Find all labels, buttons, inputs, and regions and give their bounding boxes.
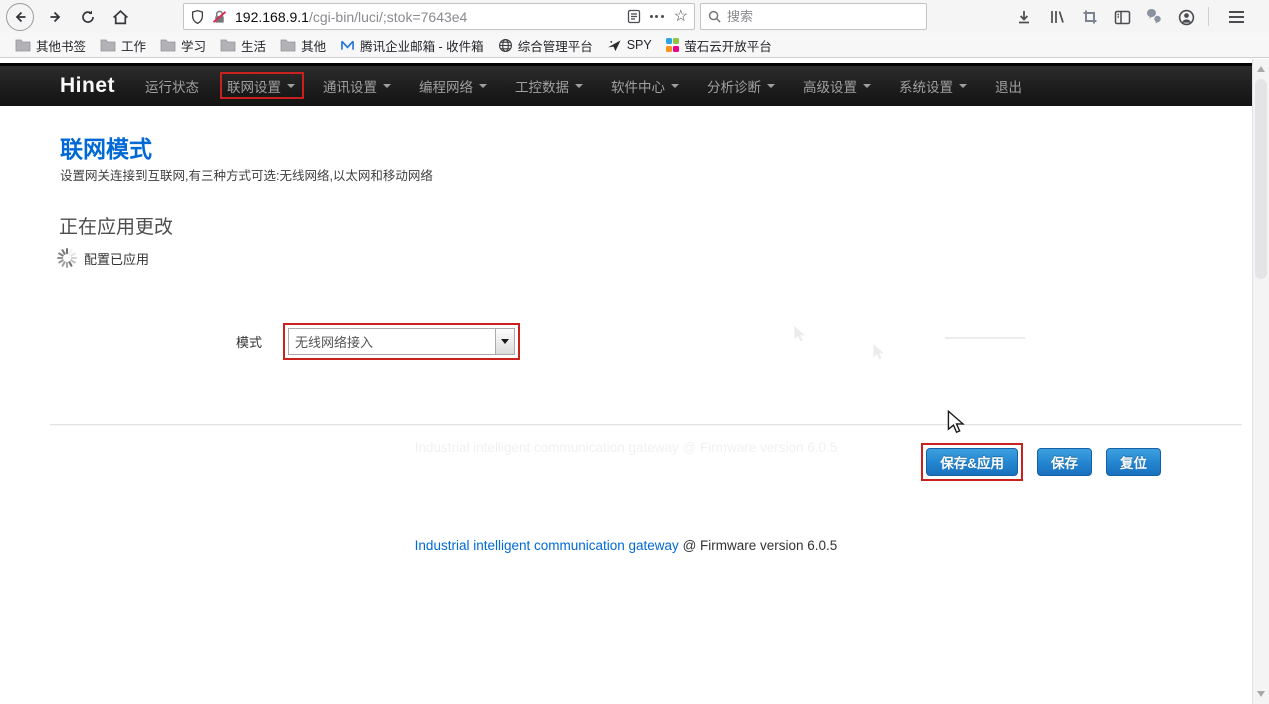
search-input[interactable] xyxy=(727,9,919,24)
search-icon xyxy=(708,10,721,23)
mode-label: 模式 xyxy=(236,332,262,351)
cursor-ghost xyxy=(793,325,807,343)
nav-item-diagnostics[interactable]: 分析诊断 xyxy=(693,66,789,106)
library-icon[interactable] xyxy=(1043,3,1071,31)
bookmark-folder[interactable]: 学习 xyxy=(153,36,213,55)
home-icon[interactable] xyxy=(106,3,134,31)
vertical-scrollbar[interactable] xyxy=(1252,59,1269,704)
chevron-down-icon xyxy=(767,84,775,88)
scrollbar-thumb[interactable] xyxy=(1255,79,1267,279)
dropdown-arrow-icon[interactable] xyxy=(495,329,514,354)
chevron-down-icon xyxy=(959,84,967,88)
chevron-down-icon xyxy=(863,84,871,88)
bookmark-mgmt-platform[interactable]: 综合管理平台 xyxy=(491,36,600,55)
spy-icon xyxy=(607,39,622,52)
chevron-down-icon xyxy=(575,84,583,88)
firmware-version-text: @ Firmware version 6.0.5 xyxy=(679,538,838,553)
toolbar-separator xyxy=(1208,7,1209,26)
ghost-artifact-line xyxy=(945,337,1025,339)
brand-logo: Hinet xyxy=(60,74,115,98)
form-footer-divider xyxy=(50,424,1242,425)
nav-item-advanced-settings[interactable]: 高级设置 xyxy=(789,66,885,106)
mode-select[interactable]: 无线网络接入 xyxy=(288,328,515,355)
annotation-red-box: 保存&应用 xyxy=(921,443,1023,481)
page-description: 设置网关连接到互联网,有三种方式可选:无线网络,以太网和移动网络 xyxy=(60,165,433,184)
menu-icon[interactable] xyxy=(1222,3,1250,31)
bookmarks-bar: 其他书签 工作 学习 生活 其他 腾讯企业邮箱 - 收件箱 综合管理平台 SPY… xyxy=(0,33,1269,58)
nav-item-software-center[interactable]: 软件中心 xyxy=(597,66,693,106)
applying-status-text: 配置已应用 xyxy=(84,249,149,268)
folder-icon xyxy=(160,38,176,52)
page-viewport: Hinet 运行状态 联网设置 通讯设置 编程网络 工控数据 软件中心 分析诊断… xyxy=(0,59,1252,704)
chevron-down-icon xyxy=(671,84,679,88)
nav-item-industrial-data[interactable]: 工控数据 xyxy=(501,66,597,106)
ezviz-icon xyxy=(666,38,680,52)
url-text: 192.168.9.1/cgi-bin/luci/;stok=7643e4 xyxy=(235,9,618,25)
save-button[interactable]: 保存 xyxy=(1037,448,1092,476)
applying-status-row: 配置已应用 xyxy=(56,247,149,269)
page-title: 联网模式 xyxy=(60,130,152,164)
nav-item-system-settings[interactable]: 系统设置 xyxy=(885,66,981,106)
folder-icon xyxy=(280,38,296,52)
tencent-mail-icon xyxy=(340,39,355,52)
forward-icon[interactable] xyxy=(42,3,70,31)
mode-select-value: 无线网络接入 xyxy=(289,332,495,351)
bookmark-spy[interactable]: SPY xyxy=(600,38,659,52)
browser-toolbar: 192.168.9.1/cgi-bin/luci/;stok=7643e4 ☆ xyxy=(0,0,1269,33)
screenshot-icon[interactable] xyxy=(1076,3,1104,31)
search-bar[interactable] xyxy=(700,3,927,30)
scroll-down-icon[interactable] xyxy=(1257,691,1265,697)
nav-item-network-settings[interactable]: 联网设置 xyxy=(213,66,309,106)
insecure-lock-icon[interactable] xyxy=(212,9,227,25)
nav-item-programming-network[interactable]: 编程网络 xyxy=(405,66,501,106)
mouse-cursor xyxy=(947,410,965,434)
bookmark-folder[interactable]: 生活 xyxy=(213,36,273,55)
scroll-up-icon[interactable] xyxy=(1257,66,1265,72)
download-icon[interactable] xyxy=(1010,3,1038,31)
chevron-down-icon xyxy=(383,84,391,88)
sidebar-toggle-icon[interactable] xyxy=(1108,3,1136,31)
folder-icon xyxy=(100,38,116,52)
folder-icon xyxy=(15,38,31,52)
reset-button[interactable]: 复位 xyxy=(1106,448,1161,476)
main-navbar: Hinet 运行状态 联网设置 通讯设置 编程网络 工控数据 软件中心 分析诊断… xyxy=(0,63,1252,106)
bookmark-folder[interactable]: 其他 xyxy=(273,36,333,55)
save-apply-button[interactable]: 保存&应用 xyxy=(926,448,1018,476)
nav-item-logout[interactable]: 退出 xyxy=(981,66,1036,106)
tracking-shield-icon[interactable] xyxy=(190,9,205,25)
chevron-down-icon xyxy=(287,84,295,88)
cursor-ghost xyxy=(872,343,886,361)
mode-form-row: 模式 无线网络接入 xyxy=(236,323,520,360)
messages-icon[interactable] xyxy=(1139,3,1167,31)
reload-icon[interactable] xyxy=(74,3,102,31)
nav-item-running-status[interactable]: 运行状态 xyxy=(131,66,213,106)
bookmark-ezviz[interactable]: 萤石云开放平台 xyxy=(659,36,779,55)
url-bar[interactable]: 192.168.9.1/cgi-bin/luci/;stok=7643e4 ☆ xyxy=(183,3,695,30)
applying-changes-heading: 正在应用更改 xyxy=(59,212,173,239)
chevron-down-icon xyxy=(479,84,487,88)
bookmark-folder[interactable]: 工作 xyxy=(93,36,153,55)
account-icon[interactable] xyxy=(1172,3,1200,31)
annotation-red-box: 无线网络接入 xyxy=(283,323,520,360)
gateway-footer-link[interactable]: Industrial intelligent communication gat… xyxy=(415,538,679,553)
action-buttons-row: 保存&应用 保存 复位 xyxy=(921,443,1161,481)
bookmark-folder[interactable]: 其他书签 xyxy=(8,36,93,55)
folder-icon xyxy=(220,38,236,52)
bookmark-tencent-mail[interactable]: 腾讯企业邮箱 - 收件箱 xyxy=(333,36,491,55)
reader-mode-icon[interactable] xyxy=(627,9,641,24)
page-actions-icon[interactable] xyxy=(650,15,664,18)
globe-icon xyxy=(498,38,513,53)
bookmark-star-icon[interactable]: ☆ xyxy=(674,9,688,25)
nav-item-comm-settings[interactable]: 通讯设置 xyxy=(309,66,405,106)
back-icon[interactable] xyxy=(6,3,34,31)
spinner-icon xyxy=(56,247,78,269)
page-footer: Industrial intelligent communication gat… xyxy=(0,538,1252,553)
